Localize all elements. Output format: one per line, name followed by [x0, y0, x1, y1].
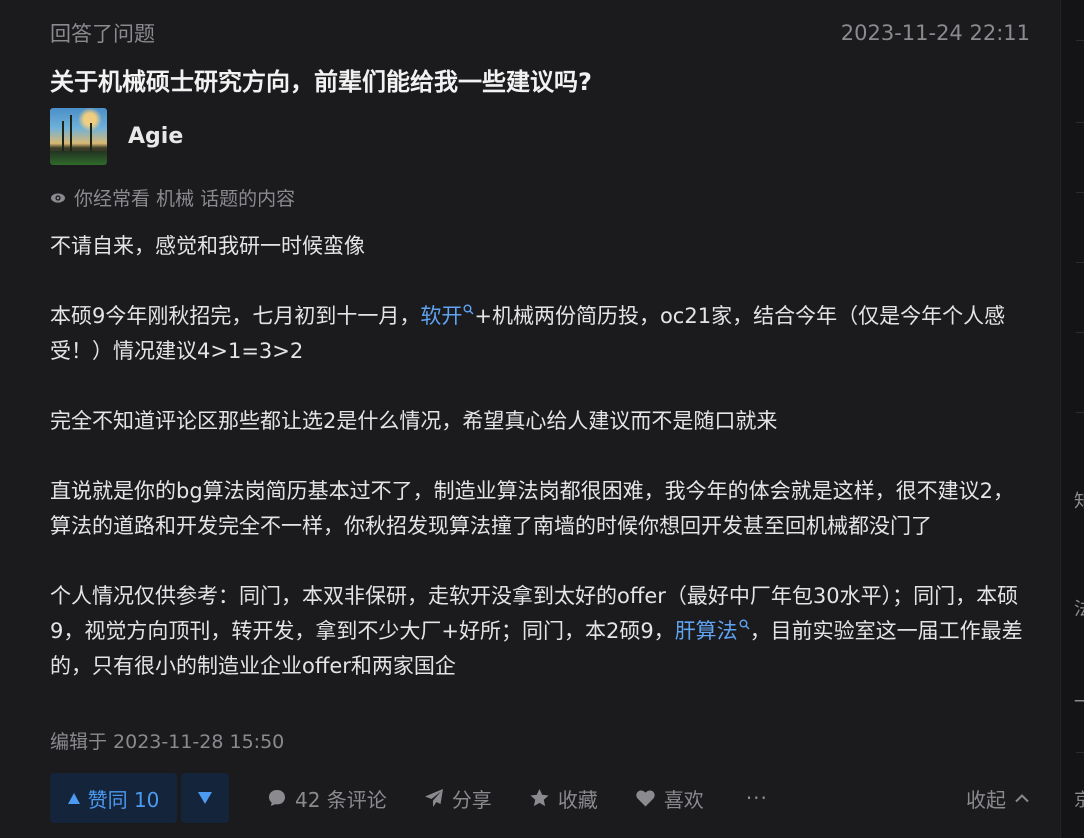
eye-icon	[51, 192, 65, 203]
activity-label: 回答了问题	[50, 22, 155, 46]
side-divider	[1076, 122, 1084, 123]
action-bar: 赞同 10 42 条评论 分享 收藏 喜欢 ··· 收起	[50, 773, 1030, 823]
chevron-up-icon	[1015, 794, 1029, 803]
edited-timestamp: 编辑于 2023-11-28 15:50	[50, 731, 285, 753]
avatar-ground-decoration	[50, 151, 107, 165]
comments-button[interactable]: 42 条评论	[267, 784, 387, 813]
search-link-text[interactable]: 软开	[420, 304, 462, 328]
side-divider	[1076, 262, 1084, 263]
share-label: 分享	[451, 787, 492, 812]
side-divider	[1076, 332, 1084, 333]
avatar[interactable]	[50, 108, 107, 165]
side-text-fragment[interactable]: 知	[1074, 487, 1084, 513]
more-icon: ···	[745, 786, 768, 810]
side-rail: 知 法 一 京	[1062, 0, 1084, 838]
side-text-fragment[interactable]: 一	[1074, 688, 1084, 714]
search-link[interactable]: 软开	[420, 304, 474, 328]
answer-meta: 回答了问题 2023-11-24 22:11	[50, 18, 1030, 48]
search-link[interactable]: 肝算法	[675, 619, 750, 643]
author-info: Agie	[50, 108, 183, 165]
like-label: 喜欢	[663, 787, 704, 812]
answer-paragraph: 个人情况仅供参考：同门，本双非保研，走软开没拿到太好的offer（最好中厂年包3…	[50, 579, 1035, 684]
search-icon	[463, 304, 474, 315]
vote-up-button[interactable]: 赞同 10	[50, 773, 177, 823]
arrow-up-icon	[67, 792, 80, 804]
vote-up-label: 赞同 10	[87, 787, 160, 812]
avatar-palm-decoration	[90, 123, 92, 151]
topic-hint-text: 你经常看 机械 话题的内容	[74, 188, 296, 210]
search-icon	[739, 619, 750, 630]
arrow-down-icon	[198, 792, 212, 804]
side-divider	[1076, 40, 1084, 41]
answer-paragraph: 本硕9今年刚秋招完，七月初到十一月，软开 +机械两份简历投，oc21家，结合今年（…	[50, 299, 1035, 369]
favorite-button[interactable]: 收藏	[529, 784, 598, 813]
vote-down-button[interactable]	[181, 773, 229, 823]
collapse-label: 收起	[966, 787, 1006, 812]
like-button[interactable]: 喜欢	[635, 784, 704, 813]
side-text-fragment[interactable]: 京	[1074, 786, 1084, 812]
more-button[interactable]: ···	[746, 786, 768, 810]
topic-hint: 你经常看 机械 话题的内容	[50, 184, 295, 211]
author-name[interactable]: Agie	[128, 124, 183, 149]
page: 回答了问题 2023-11-24 22:11 关于机械硕士研究方向，前辈们能给我…	[0, 0, 1084, 838]
answer-paragraph: 直说就是你的bg算法岗简历基本过不了，制造业算法岗都很困难，我今年的体会就是这样…	[50, 479, 1015, 538]
search-link-text[interactable]: 肝算法	[675, 619, 738, 643]
heart-icon	[636, 790, 655, 807]
side-divider	[1076, 412, 1084, 413]
answer-paragraph: 完全不知道评论区那些都让选2是什么情况，希望真心给人建议而不是随口就来	[50, 409, 778, 433]
answer-body: 不请自来，感觉和我研一时候蛮像 本硕9今年刚秋招完，七月初到十一月，软开 +机械两…	[50, 229, 1035, 684]
answer-paragraph: 不请自来，感觉和我研一时候蛮像	[50, 234, 365, 258]
answer-card: 回答了问题 2023-11-24 22:11 关于机械硕士研究方向，前辈们能给我…	[0, 0, 1061, 838]
answer-timestamp: 2023-11-24 22:11	[840, 21, 1030, 45]
share-button[interactable]: 分享	[424, 784, 492, 813]
side-divider	[1076, 192, 1084, 193]
question-title[interactable]: 关于机械硕士研究方向，前辈们能给我一些建议吗?	[50, 62, 592, 97]
side-divider	[1076, 752, 1084, 753]
comment-icon	[269, 790, 285, 806]
comments-label: 42 条评论	[295, 787, 387, 812]
star-icon	[530, 789, 549, 807]
favorite-label: 收藏	[557, 787, 598, 812]
collapse-button[interactable]: 收起	[966, 784, 1030, 813]
avatar-palm-decoration	[70, 115, 72, 151]
answer-text: 本硕9今年刚秋招完，七月初到十一月，	[50, 304, 421, 328]
share-icon	[424, 789, 443, 807]
avatar-palm-decoration	[62, 121, 64, 151]
side-text-fragment[interactable]: 法	[1074, 595, 1084, 621]
